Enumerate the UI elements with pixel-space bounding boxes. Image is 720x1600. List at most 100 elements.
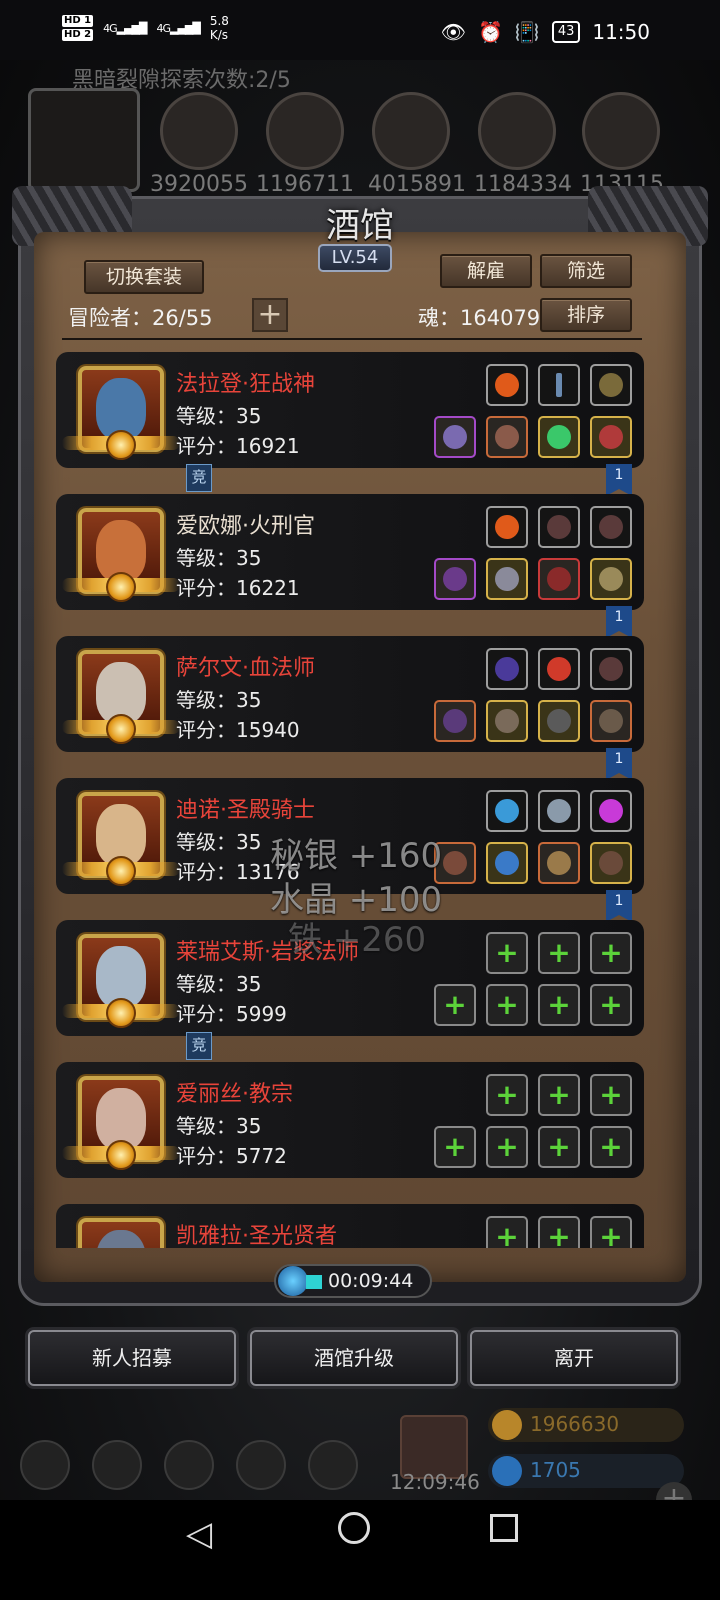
equip-slot[interactable] (590, 648, 632, 690)
equip-slot[interactable] (538, 416, 580, 458)
home-icon[interactable] (338, 1512, 370, 1544)
equip-slot[interactable] (486, 416, 528, 458)
fire-orb-icon (495, 373, 519, 397)
equip-slot[interactable] (590, 558, 632, 600)
plus-icon: + (599, 936, 623, 969)
leave-button[interactable]: 离开 (470, 1330, 678, 1386)
filter-button[interactable]: 筛选 (540, 254, 632, 288)
hero-card[interactable]: 法拉登·狂战神 等级：35 评分：16921 (56, 352, 644, 468)
plus-icon: + (495, 1220, 519, 1249)
equip-slot[interactable] (538, 558, 580, 600)
ring-icon (599, 425, 623, 449)
equip-slot[interactable] (486, 700, 528, 742)
hero-portrait[interactable] (78, 1218, 164, 1248)
equip-slot[interactable] (590, 700, 632, 742)
amethyst-icon (599, 799, 623, 823)
equip-slot[interactable] (590, 506, 632, 548)
equip-slot[interactable] (486, 790, 528, 832)
bg-resource-slot (478, 92, 556, 170)
rank-sun-icon (106, 856, 136, 886)
hero-score: 评分：5999 (176, 1002, 287, 1026)
equip-slot[interactable] (486, 506, 528, 548)
bg-resource-number: 4015891 (368, 172, 466, 197)
amulet-icon (599, 567, 623, 591)
add-equip-button[interactable]: + (538, 1074, 580, 1116)
equip-slot[interactable] (538, 700, 580, 742)
hero-level: 等级：35 (176, 546, 262, 570)
sort-button[interactable]: 排序 (540, 298, 632, 332)
add-equip-button[interactable]: + (590, 1074, 632, 1116)
hero-score: 评分：15940 (176, 718, 300, 742)
add-equip-button[interactable]: + (486, 984, 528, 1026)
rank-sun-icon (106, 430, 136, 460)
hero-level: 等级：35 (176, 404, 262, 428)
equip-slot[interactable] (434, 416, 476, 458)
plus-icon: + (547, 988, 571, 1021)
ruby-icon (547, 657, 571, 681)
team-bookmark: 1 (606, 606, 632, 638)
equip-slot[interactable] (590, 364, 632, 406)
hd2-label: HD 2 (62, 29, 94, 41)
bg-menu-icons (20, 1440, 358, 1490)
add-equip-button[interactable]: + (434, 984, 476, 1026)
equip-slot[interactable] (538, 364, 580, 406)
recent-apps-icon[interactable] (490, 1514, 518, 1542)
equip-slot[interactable] (538, 506, 580, 548)
switch-set-button[interactable]: 切换套装 (84, 260, 204, 294)
hero-list[interactable]: 法拉登·狂战神 等级：35 评分：16921 竞 1 爱欧娜·火刑官 等级：35… (56, 348, 646, 1248)
hd-indicator: HD 1 HD 2 (62, 15, 94, 41)
equip-slot[interactable] (538, 790, 580, 832)
forge-icon (308, 1440, 358, 1490)
plus-icon: + (599, 988, 623, 1021)
plus-icon: + (547, 1130, 571, 1163)
add-equip-button[interactable]: + (590, 984, 632, 1026)
plus-icon: + (443, 988, 467, 1021)
upgrade-tavern-button[interactable]: 酒馆升级 (250, 1330, 458, 1386)
add-equip-button[interactable]: + (590, 1126, 632, 1168)
equip-slot[interactable] (486, 364, 528, 406)
equip-slot[interactable] (590, 790, 632, 832)
rank-sun-icon (106, 1140, 136, 1170)
add-equip-button[interactable]: + (538, 1126, 580, 1168)
team-bookmark: 1 (606, 748, 632, 780)
add-equip-button[interactable]: + (434, 1126, 476, 1168)
equip-slot[interactable] (538, 648, 580, 690)
add-equip-button[interactable]: + (538, 984, 580, 1026)
add-equip-button[interactable]: + (538, 1216, 580, 1248)
hero-card[interactable]: 爱欧娜·火刑官 等级：35 评分：16221 (56, 494, 644, 610)
back-icon[interactable]: ◁ (186, 1514, 212, 1554)
eye-icon: 👁 (440, 20, 466, 44)
expand-capacity-button[interactable]: + (252, 298, 288, 332)
bg-resource-slot (582, 92, 660, 170)
add-equip-button[interactable]: + (486, 1126, 528, 1168)
dismiss-button[interactable]: 解雇 (440, 254, 532, 288)
equip-slot[interactable] (590, 416, 632, 458)
add-equip-button[interactable]: + (538, 932, 580, 974)
add-equip-button[interactable]: + (486, 932, 528, 974)
armor-icon (495, 425, 519, 449)
add-equip-button[interactable]: + (486, 1216, 528, 1248)
add-equip-button[interactable]: + (590, 932, 632, 974)
hero-card[interactable]: 萨尔文·血法师 等级：35 评分：15940 (56, 636, 644, 752)
robe-icon (495, 709, 519, 733)
add-equip-button[interactable]: + (590, 1216, 632, 1248)
recruit-button[interactable]: 新人招募 (28, 1330, 236, 1386)
equip-slot[interactable] (590, 842, 632, 884)
equip-slot[interactable] (434, 700, 476, 742)
add-equip-button[interactable]: + (486, 1074, 528, 1116)
team-bookmark: 1 (606, 464, 632, 496)
plus-icon: + (443, 1130, 467, 1163)
hd1-label: HD 1 (62, 15, 94, 27)
equip-slot[interactable] (486, 558, 528, 600)
hero-card[interactable]: 凯雅拉·圣光贤者 + + + (56, 1204, 644, 1248)
equip-slot[interactable] (538, 842, 580, 884)
hero-card[interactable]: 爱丽丝·教宗 等级：35 评分：5772 + + + + + + + (56, 1062, 644, 1178)
equip-slot[interactable] (486, 648, 528, 690)
signal-icon-1: 4G▂▄▆█ (103, 21, 147, 35)
equip-slot[interactable] (486, 842, 528, 884)
clock-icon (278, 1266, 308, 1296)
gem-icon (492, 1456, 522, 1486)
hero-score: 评分：16221 (176, 576, 300, 600)
equip-slot[interactable] (434, 558, 476, 600)
hammer-icon (443, 851, 467, 875)
